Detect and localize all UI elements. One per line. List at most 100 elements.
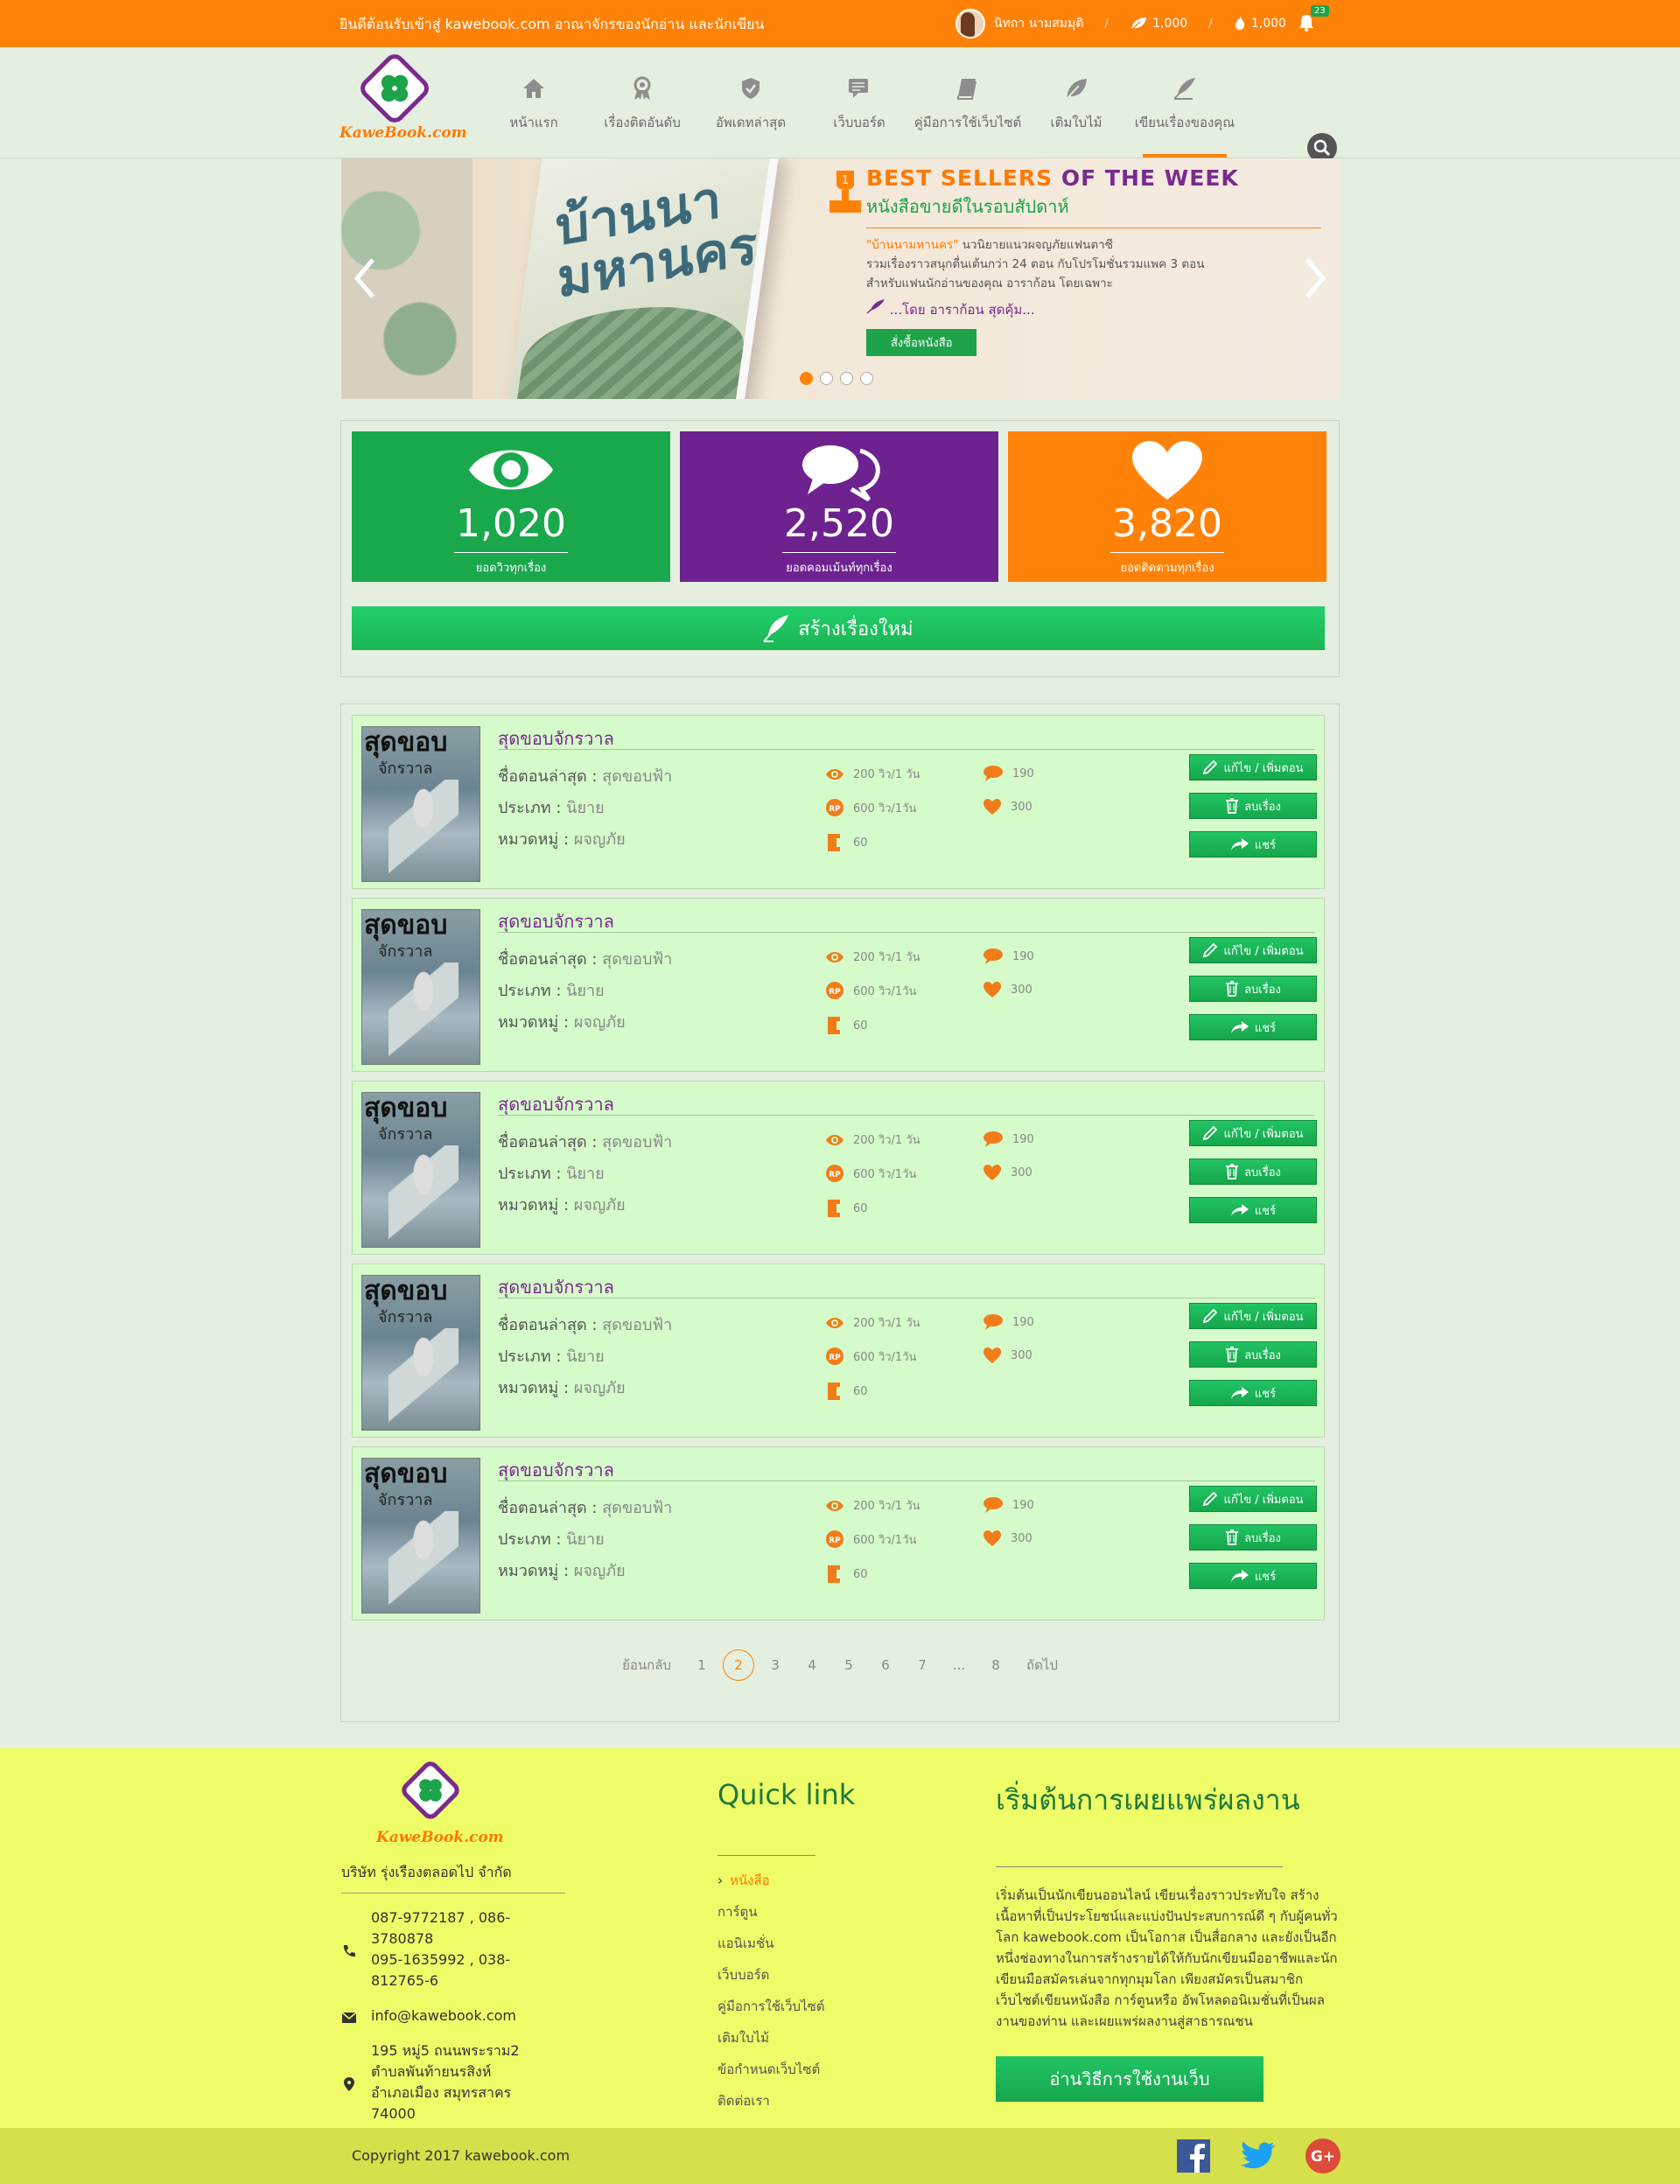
award-icon <box>634 76 651 100</box>
quick-link[interactable]: เติมใบไม้ <box>718 2022 936 2054</box>
slide-dot[interactable] <box>800 372 813 385</box>
footer-logo[interactable]: KaweBook.com <box>376 1758 504 1848</box>
email-row: info@kawebook.com <box>341 2006 565 2026</box>
phone-icon <box>343 1945 355 1957</box>
slide-dot[interactable] <box>820 372 833 385</box>
category-row: หมวดหมู่ : ผจญภัย <box>498 1379 626 1397</box>
category-row: หมวดหมู่ : ผจญภัย <box>498 1196 626 1214</box>
latest-chapter-value[interactable]: สุดขอบฟ้า <box>602 767 672 786</box>
nav-item-updates[interactable]: อัพเดทล่าสุด <box>696 70 805 158</box>
nav-item-home[interactable]: หน้าแรก <box>480 70 588 158</box>
nav-label: อัพเดทล่าสุด <box>715 115 787 130</box>
comments-value: 190 <box>1012 766 1034 780</box>
comment-icon <box>984 948 1003 964</box>
cover-title: สุดขอบ <box>364 1459 448 1489</box>
facebook-link[interactable] <box>1176 2138 1211 2174</box>
pager-page[interactable]: 1 <box>683 1649 720 1681</box>
nav-item-ranking[interactable]: เรื่องติดอันดับ <box>588 70 696 158</box>
twitter-link[interactable] <box>1241 2138 1276 2174</box>
phone-line-1[interactable]: 087-9772187 , 086-3780878 <box>371 1908 565 1950</box>
avatar[interactable] <box>956 9 985 38</box>
slide-dot[interactable] <box>860 372 873 385</box>
pager-page[interactable]: 7 <box>904 1649 941 1681</box>
story-cover[interactable]: สุดขอบ จักรวาล <box>361 726 480 882</box>
story-cover[interactable]: สุดขอบ จักรวาล <box>361 909 480 1065</box>
logo[interactable]: KaweBook.com <box>340 50 467 147</box>
buy-book-button[interactable]: สั่งซื้อหนังสือ <box>866 329 977 356</box>
delete-story-button[interactable]: ลบเรื่อง <box>1189 976 1317 1002</box>
quick-link[interactable]: ข้อกำหนดเว็บไซต์ <box>718 2054 936 2085</box>
share-story-button[interactable]: แชร์ <box>1189 1380 1317 1406</box>
latest-chapter-value[interactable]: สุดขอบฟ้า <box>602 950 672 969</box>
delete-story-button[interactable]: ลบเรื่อง <box>1189 1524 1317 1550</box>
pager-page[interactable]: 2 <box>722 1649 754 1681</box>
pager-page[interactable]: 5 <box>830 1649 867 1681</box>
delete-story-button[interactable]: ลบเรื่อง <box>1189 1158 1317 1185</box>
stat-follows-label: ยอดติดตามทุกเรื่อง <box>1120 562 1214 575</box>
share-story-button[interactable]: แชร์ <box>1189 1197 1317 1223</box>
latest-chapter-value[interactable]: สุดขอบฟ้า <box>602 1133 672 1152</box>
type-label: ประเภท <box>498 982 551 1000</box>
quick-link[interactable]: เว็บบอร์ด <box>718 1959 936 1991</box>
quick-link[interactable]: การ์ตูน <box>718 1896 936 1928</box>
latest-chapter-value[interactable]: สุดขอบฟ้า <box>602 1316 672 1334</box>
quick-link[interactable]: คู่มือการใช้เว็บไซต์ <box>718 1991 936 2022</box>
slide-dot[interactable] <box>840 372 853 385</box>
user-name[interactable]: นิทถา นามสมมุติ <box>994 14 1083 33</box>
share-story-button[interactable]: แชร์ <box>1189 831 1317 858</box>
chevron-left-icon <box>354 258 374 298</box>
pager-next[interactable]: ถัดไป <box>1014 1649 1070 1681</box>
edit-story-button[interactable]: แก้ไข / เพิ่มตอน <box>1189 937 1317 963</box>
nav-item-write[interactable]: เขียนเรื่องของคุณ <box>1130 70 1239 158</box>
edit-story-button[interactable]: แก้ไข / เพิ่มตอน <box>1189 1120 1317 1146</box>
latest-chapter-row: ชื่อตอนล่าสุด : สุดขอบฟ้า <box>498 1316 673 1334</box>
eye-icon <box>826 768 844 780</box>
rp-value: 600 วิว/1วัน <box>853 1350 917 1364</box>
pager-ellipsis[interactable]: ... <box>941 1649 977 1681</box>
edit-story-button[interactable]: แก้ไข / เพิ่มตอน <box>1189 754 1317 780</box>
heart-icon <box>984 799 1001 815</box>
edit-label: แก้ไข / เพิ่มตอน <box>1223 1310 1304 1324</box>
latest-chapter-value[interactable]: สุดขอบฟ้า <box>602 1499 672 1517</box>
notification-button[interactable]: 23 <box>1298 5 1329 32</box>
phone-line-2[interactable]: 095-1635992 , 038-812765-6 <box>371 1950 565 1992</box>
trash-icon <box>1226 1530 1239 1545</box>
edit-story-button[interactable]: แก้ไข / เพิ่มตอน <box>1189 1486 1317 1512</box>
share-story-button[interactable]: แชร์ <box>1189 1563 1317 1589</box>
story-cover[interactable]: สุดขอบ จักรวาล <box>361 1275 480 1431</box>
banner-book-image[interactable]: บ้านนามหานคร <box>454 158 788 399</box>
delete-story-button[interactable]: ลบเรื่อง <box>1189 793 1317 819</box>
read-guide-button[interactable]: อ่านวิธีการใช้งานเว็บ <box>996 2056 1264 2102</box>
story-cover[interactable]: สุดขอบ จักรวาล <box>361 1458 480 1614</box>
delete-story-button[interactable]: ลบเรื่อง <box>1189 1341 1317 1368</box>
leaf-balance[interactable]: 1,000 <box>1130 17 1187 31</box>
quick-link[interactable]: แอนิเมชั่น <box>718 1928 936 1959</box>
pager-page[interactable]: 4 <box>794 1649 830 1681</box>
email-link[interactable]: info@kawebook.com <box>371 2006 516 2026</box>
story-cover[interactable]: สุดขอบ จักรวาล <box>361 1092 480 1248</box>
nav-item-webboard[interactable]: เว็บบอร์ด <box>805 70 914 158</box>
pager-page[interactable]: 8 <box>977 1649 1014 1681</box>
quick-link[interactable]: › หนังสือ <box>718 1865 936 1896</box>
quick-link[interactable]: ติดต่อเรา <box>718 2085 936 2117</box>
google-plus-icon: G+ <box>1306 2138 1340 2174</box>
address-line: ตำบลพันท้ายนรสิงห์ <box>371 2063 492 2080</box>
flame-balance[interactable]: 1,000 <box>1234 15 1286 32</box>
pager-prev[interactable]: ย้อนกลับ <box>610 1649 683 1681</box>
banner-prev-button[interactable] <box>350 256 380 300</box>
nav-item-guide[interactable]: คู่มือการใช้เว็บไซต์ <box>914 70 1022 158</box>
nav-item-topup[interactable]: เติมใบไม้ <box>1022 70 1130 158</box>
cover-title: สุดขอบ <box>364 1276 448 1306</box>
logo-text: KaweBook.com <box>340 124 467 142</box>
create-story-button[interactable]: สร้างเรื่องใหม่ <box>352 606 1325 650</box>
nav-label: เว็บบอร์ด <box>833 115 886 130</box>
pager-page[interactable]: 3 <box>757 1649 794 1681</box>
pager-page[interactable]: 6 <box>867 1649 904 1681</box>
chapters-icon <box>828 1565 842 1583</box>
slide-indicators <box>800 372 873 385</box>
share-story-button[interactable]: แชร์ <box>1189 1014 1317 1040</box>
edit-story-button[interactable]: แก้ไข / เพิ่มตอน <box>1189 1303 1317 1329</box>
nav-label: เขียนเรื่องของคุณ <box>1134 115 1236 130</box>
svg-text:RP: RP <box>829 1354 841 1362</box>
google-plus-link[interactable]: G+ <box>1306 2138 1340 2174</box>
